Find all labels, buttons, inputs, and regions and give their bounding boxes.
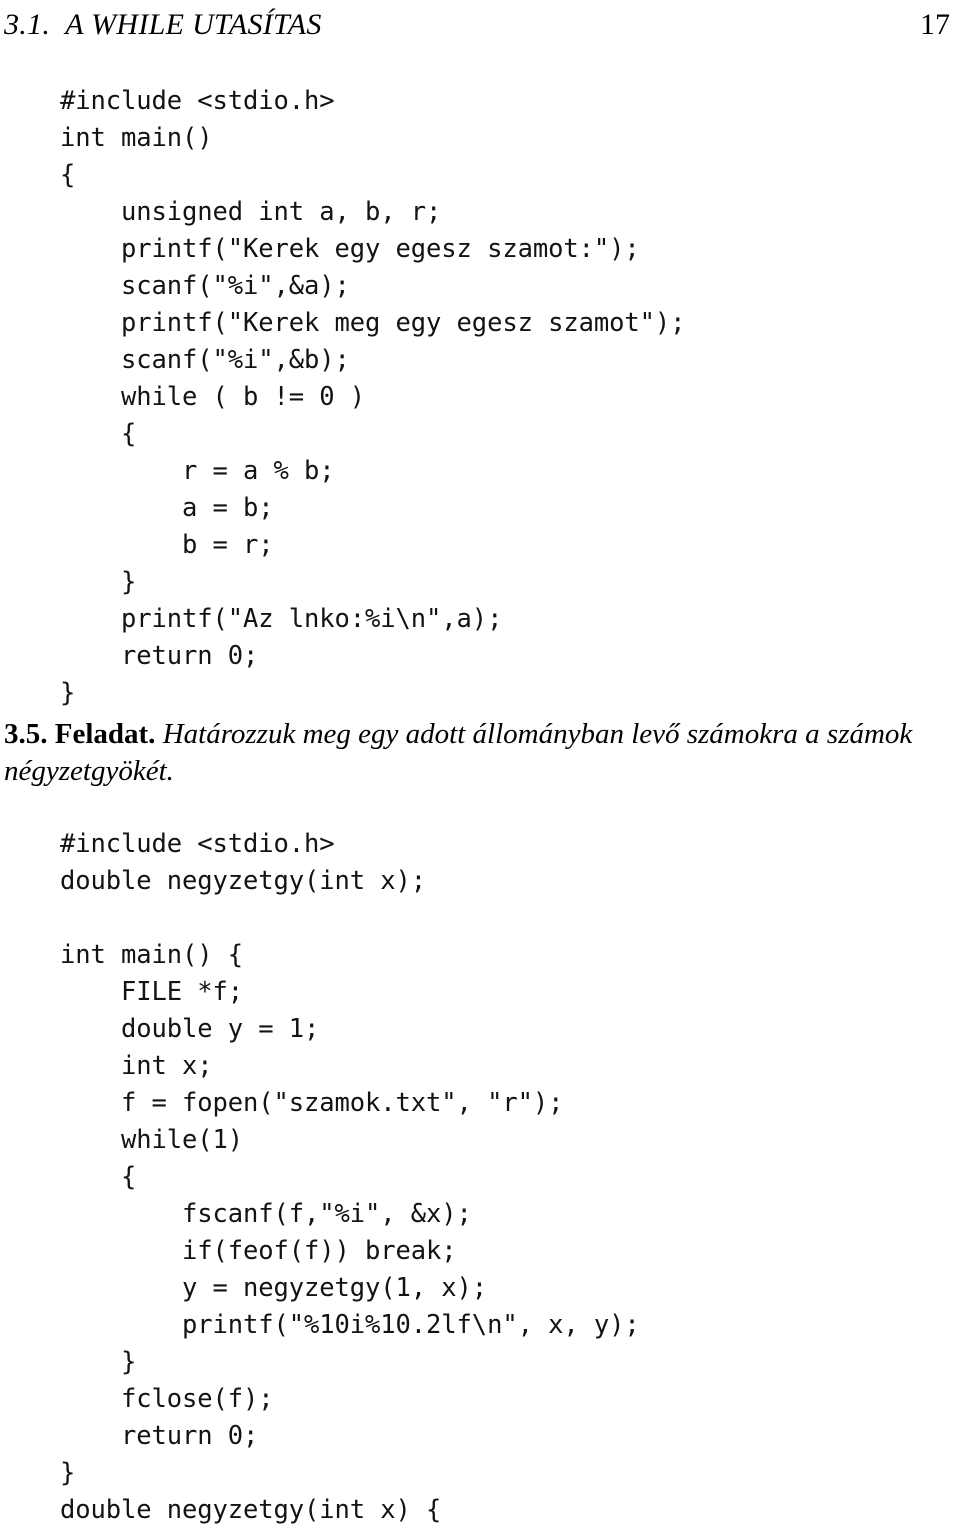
code-line: } <box>60 1347 137 1377</box>
running-head-section-title: 3.1. A WHILE UTASÍTAS <box>4 8 322 41</box>
code-line: int main() <box>60 123 213 153</box>
code-line: #include <stdio.h> <box>60 829 335 859</box>
code-listing-lnko: #include <stdio.h> int main() { unsigned i… <box>60 83 685 712</box>
document-page: 3.1. A WHILE UTASÍTAS 17 #include <stdio… <box>0 0 960 1525</box>
code-line: fclose(f); <box>60 1384 274 1414</box>
code-line: r = a % b; <box>60 456 335 486</box>
code-line: while ( b != 0 ) <box>60 382 366 412</box>
code-line: b = r; <box>60 530 274 560</box>
code-line: double negyzetgy(int x); <box>60 866 427 896</box>
code-line: fscanf(f,"%i", &x); <box>60 1199 472 1229</box>
code-line: return 0; <box>60 641 259 671</box>
code-line: } <box>60 567 137 597</box>
running-head: 3.1. A WHILE UTASÍTAS 17 <box>0 6 960 46</box>
code-line: if(feof(f)) break; <box>60 1236 457 1266</box>
code-line: f = fopen("szamok.txt", "r"); <box>60 1088 564 1118</box>
code-line: #include <stdio.h> <box>60 86 335 116</box>
code-line: a = b; <box>60 493 274 523</box>
code-line: printf("%10i%10.2lf\n", x, y); <box>60 1310 640 1340</box>
exercise-paragraph: 3.5. Feladat. Határozzuk meg egy adott á… <box>4 716 956 790</box>
code-line: scanf("%i",&b); <box>60 345 350 375</box>
code-line: { <box>60 160 76 190</box>
code-line: y = negyzetgy(1, x); <box>60 1273 488 1303</box>
code-line: { <box>60 419 137 449</box>
code-line: unsigned int a, b, r; <box>60 197 442 227</box>
code-line: printf("Kerek egy egesz szamot:"); <box>60 234 640 264</box>
code-line: } <box>60 678 76 708</box>
code-line: return 0; <box>60 1421 259 1451</box>
code-line: double y = 1; <box>60 1014 320 1044</box>
code-line: int x; <box>60 1051 213 1081</box>
code-line: { <box>60 1162 137 1192</box>
code-line: scanf("%i",&a); <box>60 271 350 301</box>
code-line: printf("Az lnko:%i\n",a); <box>60 604 503 634</box>
code-line: } <box>60 1458 76 1488</box>
code-line: double negyzetgy(int x) { <box>60 1495 442 1525</box>
code-line: int main() { <box>60 940 244 970</box>
code-line: FILE *f; <box>60 977 244 1007</box>
code-line: while(1) <box>60 1125 244 1155</box>
page-number: 17 <box>920 8 950 41</box>
code-listing-negyzetgyok: #include <stdio.h> double negyzetgy(int x… <box>60 826 640 1529</box>
exercise-label: 3.5. Feladat. <box>4 718 156 750</box>
code-line: printf("Kerek meg egy egesz szamot"); <box>60 308 686 338</box>
